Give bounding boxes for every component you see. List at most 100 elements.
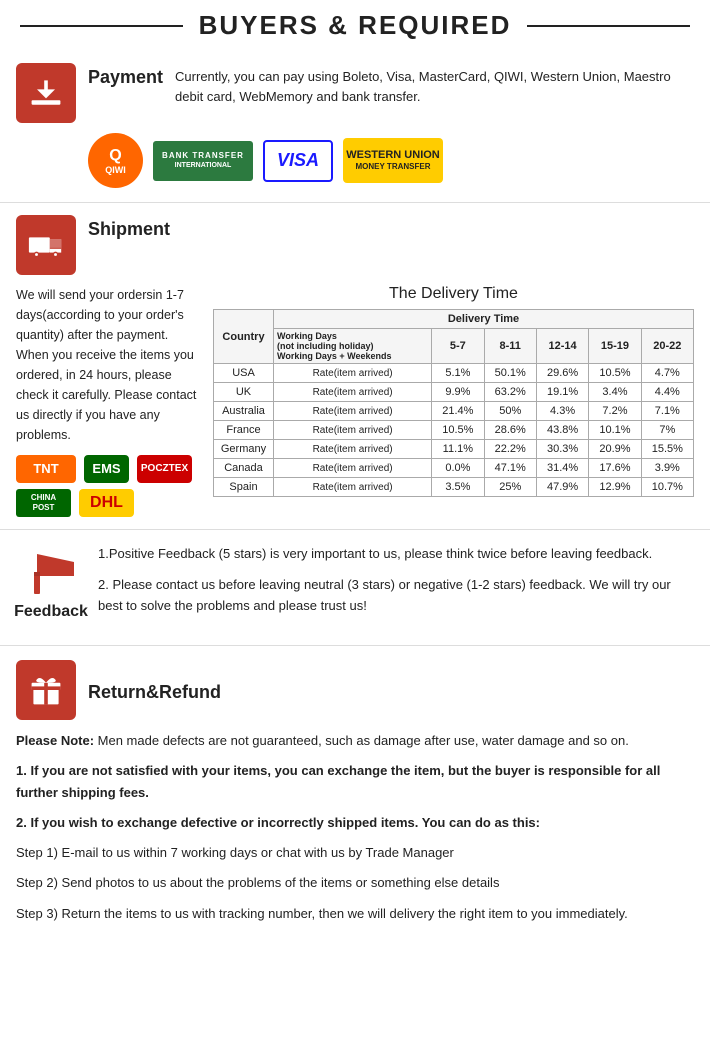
cell-c3: 29.6%	[536, 364, 588, 383]
refund-svg-icon	[28, 672, 64, 708]
cell-c3: 47.9%	[536, 478, 588, 497]
cell-country: Canada	[214, 459, 274, 478]
cell-c4: 10.1%	[589, 421, 641, 440]
page-title: BUYERS & REQUIRED	[183, 10, 528, 41]
cell-c5: 4.4%	[641, 383, 693, 402]
feedback-label: Feedback	[14, 603, 88, 621]
cell-c2: 47.1%	[484, 459, 536, 478]
cell-c5: 4.7%	[641, 364, 693, 383]
table-row: Germany Rate(item arrived) 11.1% 22.2% 3…	[214, 440, 694, 459]
cell-country: UK	[214, 383, 274, 402]
cell-c2: 50%	[484, 402, 536, 421]
cell-c1: 5.1%	[432, 364, 484, 383]
col-20-22: 20-22	[641, 329, 693, 364]
col-5-7: 5-7	[432, 329, 484, 364]
table-row: UK Rate(item arrived) 9.9% 63.2% 19.1% 3…	[214, 383, 694, 402]
delivery-table-container: The Delivery Time Country Delivery Time …	[213, 285, 694, 517]
refund-point2: 2. If you wish to exchange defective or …	[16, 812, 694, 834]
col-8-11: 8-11	[484, 329, 536, 364]
cell-c1: 0.0%	[432, 459, 484, 478]
shipment-body-text: We will send your ordersin 1-7 days(acco…	[16, 285, 201, 517]
page-header: BUYERS & REQUIRED	[0, 0, 710, 51]
cell-country: Germany	[214, 440, 274, 459]
cell-c4: 20.9%	[589, 440, 641, 459]
col-12-14: 12-14	[536, 329, 588, 364]
chinapost-logo: CHINA POST	[16, 489, 71, 517]
cell-c2: 25%	[484, 478, 536, 497]
cell-country: Australia	[214, 402, 274, 421]
col-delivery: Delivery Time	[274, 310, 694, 329]
payment-svg-icon	[28, 75, 64, 111]
tnt-logo: TNT	[16, 455, 76, 483]
ems-logo: EMS	[84, 455, 129, 483]
cell-c4: 7.2%	[589, 402, 641, 421]
feedback-point2: 2. Please contact us before leaving neut…	[98, 575, 694, 617]
refund-note: Please Note: Men made defects are not gu…	[16, 730, 694, 752]
cell-c4: 10.5%	[589, 364, 641, 383]
refund-step-1: Step 1) E-mail to us within 7 working da…	[16, 842, 694, 864]
feedback-svg-icon	[24, 544, 79, 599]
shipment-description: We will send your ordersin 1-7 days(acco…	[16, 285, 201, 445]
feedback-point1: 1.Positive Feedback (5 stars) is very im…	[98, 544, 694, 565]
cell-note: Rate(item arrived)	[274, 364, 432, 383]
cell-country: Spain	[214, 478, 274, 497]
courier-logos-2: CHINA POST DHL	[16, 489, 201, 517]
shipment-section: Shipment We will send your ordersin 1-7 …	[0, 203, 710, 530]
cell-note: Rate(item arrived)	[274, 402, 432, 421]
cell-c3: 4.3%	[536, 402, 588, 421]
shipment-icon	[16, 215, 76, 275]
col-country: Country	[214, 310, 274, 364]
cell-country: USA	[214, 364, 274, 383]
feedback-icon-area: Feedback	[16, 544, 86, 621]
cell-c5: 10.7%	[641, 478, 693, 497]
refund-point2-label: 2. If you wish to exchange defective or …	[16, 815, 540, 830]
cell-c2: 63.2%	[484, 383, 536, 402]
refund-step-2: Step 2) Send photos to us about the prob…	[16, 872, 694, 894]
cell-c1: 21.4%	[432, 402, 484, 421]
refund-steps: Step 1) E-mail to us within 7 working da…	[16, 842, 694, 924]
cell-note: Rate(item arrived)	[274, 383, 432, 402]
cell-c1: 10.5%	[432, 421, 484, 440]
visa-logo: VISA	[263, 140, 333, 182]
cell-c2: 28.6%	[484, 421, 536, 440]
col-note: Working Days(not including holiday)Worki…	[274, 329, 432, 364]
refund-note-label: Please Note:	[16, 733, 94, 748]
cell-c1: 11.1%	[432, 440, 484, 459]
cell-country: France	[214, 421, 274, 440]
table-row: Australia Rate(item arrived) 21.4% 50% 4…	[214, 402, 694, 421]
dhl-logo: DHL	[79, 489, 134, 517]
payment-description: Currently, you can pay using Boleto, Vis…	[175, 63, 694, 106]
table-row: USA Rate(item arrived) 5.1% 50.1% 29.6% …	[214, 364, 694, 383]
cell-c4: 3.4%	[589, 383, 641, 402]
cell-c5: 15.5%	[641, 440, 693, 459]
refund-section: Return&Refund Please Note: Men made defe…	[0, 646, 710, 947]
bank-transfer-logo: BANK TRANSFER INTERNATIONAL	[153, 141, 253, 181]
cell-note: Rate(item arrived)	[274, 478, 432, 497]
col-15-19: 15-19	[589, 329, 641, 364]
cell-c1: 9.9%	[432, 383, 484, 402]
courier-logos: TNT EMS POCZTEX	[16, 455, 201, 483]
cell-c5: 7.1%	[641, 402, 693, 421]
refund-note-text: Men made defects are not guaranteed, suc…	[94, 733, 629, 748]
payment-logos: Q QIWI BANK TRANSFER INTERNATIONAL VISA …	[88, 133, 694, 188]
feedback-texts: 1.Positive Feedback (5 stars) is very im…	[98, 544, 694, 616]
western-union-logo: WESTERN UNION MONEY TRANSFER	[343, 138, 443, 183]
cell-c3: 31.4%	[536, 459, 588, 478]
delivery-table: Country Delivery Time Working Days(not i…	[213, 309, 694, 497]
cell-c4: 17.6%	[589, 459, 641, 478]
cell-c5: 7%	[641, 421, 693, 440]
payment-icon	[16, 63, 76, 123]
cell-c3: 19.1%	[536, 383, 588, 402]
feedback-section: Feedback 1.Positive Feedback (5 stars) i…	[0, 530, 710, 646]
payment-label: Payment	[88, 67, 163, 88]
cell-c3: 30.3%	[536, 440, 588, 459]
cell-note: Rate(item arrived)	[274, 440, 432, 459]
cell-c4: 12.9%	[589, 478, 641, 497]
cell-c2: 50.1%	[484, 364, 536, 383]
delivery-title: The Delivery Time	[213, 285, 694, 303]
refund-label: Return&Refund	[88, 682, 221, 703]
qiwi-logo: Q QIWI	[88, 133, 143, 188]
cell-c2: 22.2%	[484, 440, 536, 459]
table-row: Canada Rate(item arrived) 0.0% 47.1% 31.…	[214, 459, 694, 478]
refund-step-3: Step 3) Return the items to us with trac…	[16, 903, 694, 925]
